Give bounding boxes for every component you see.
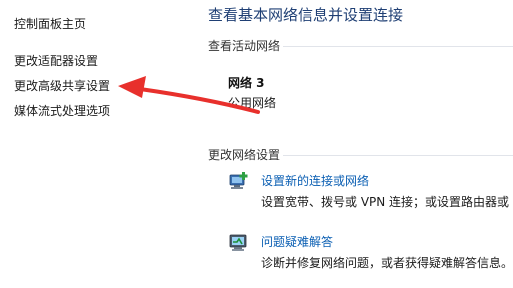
annotation-arrow-icon: [118, 76, 260, 114]
